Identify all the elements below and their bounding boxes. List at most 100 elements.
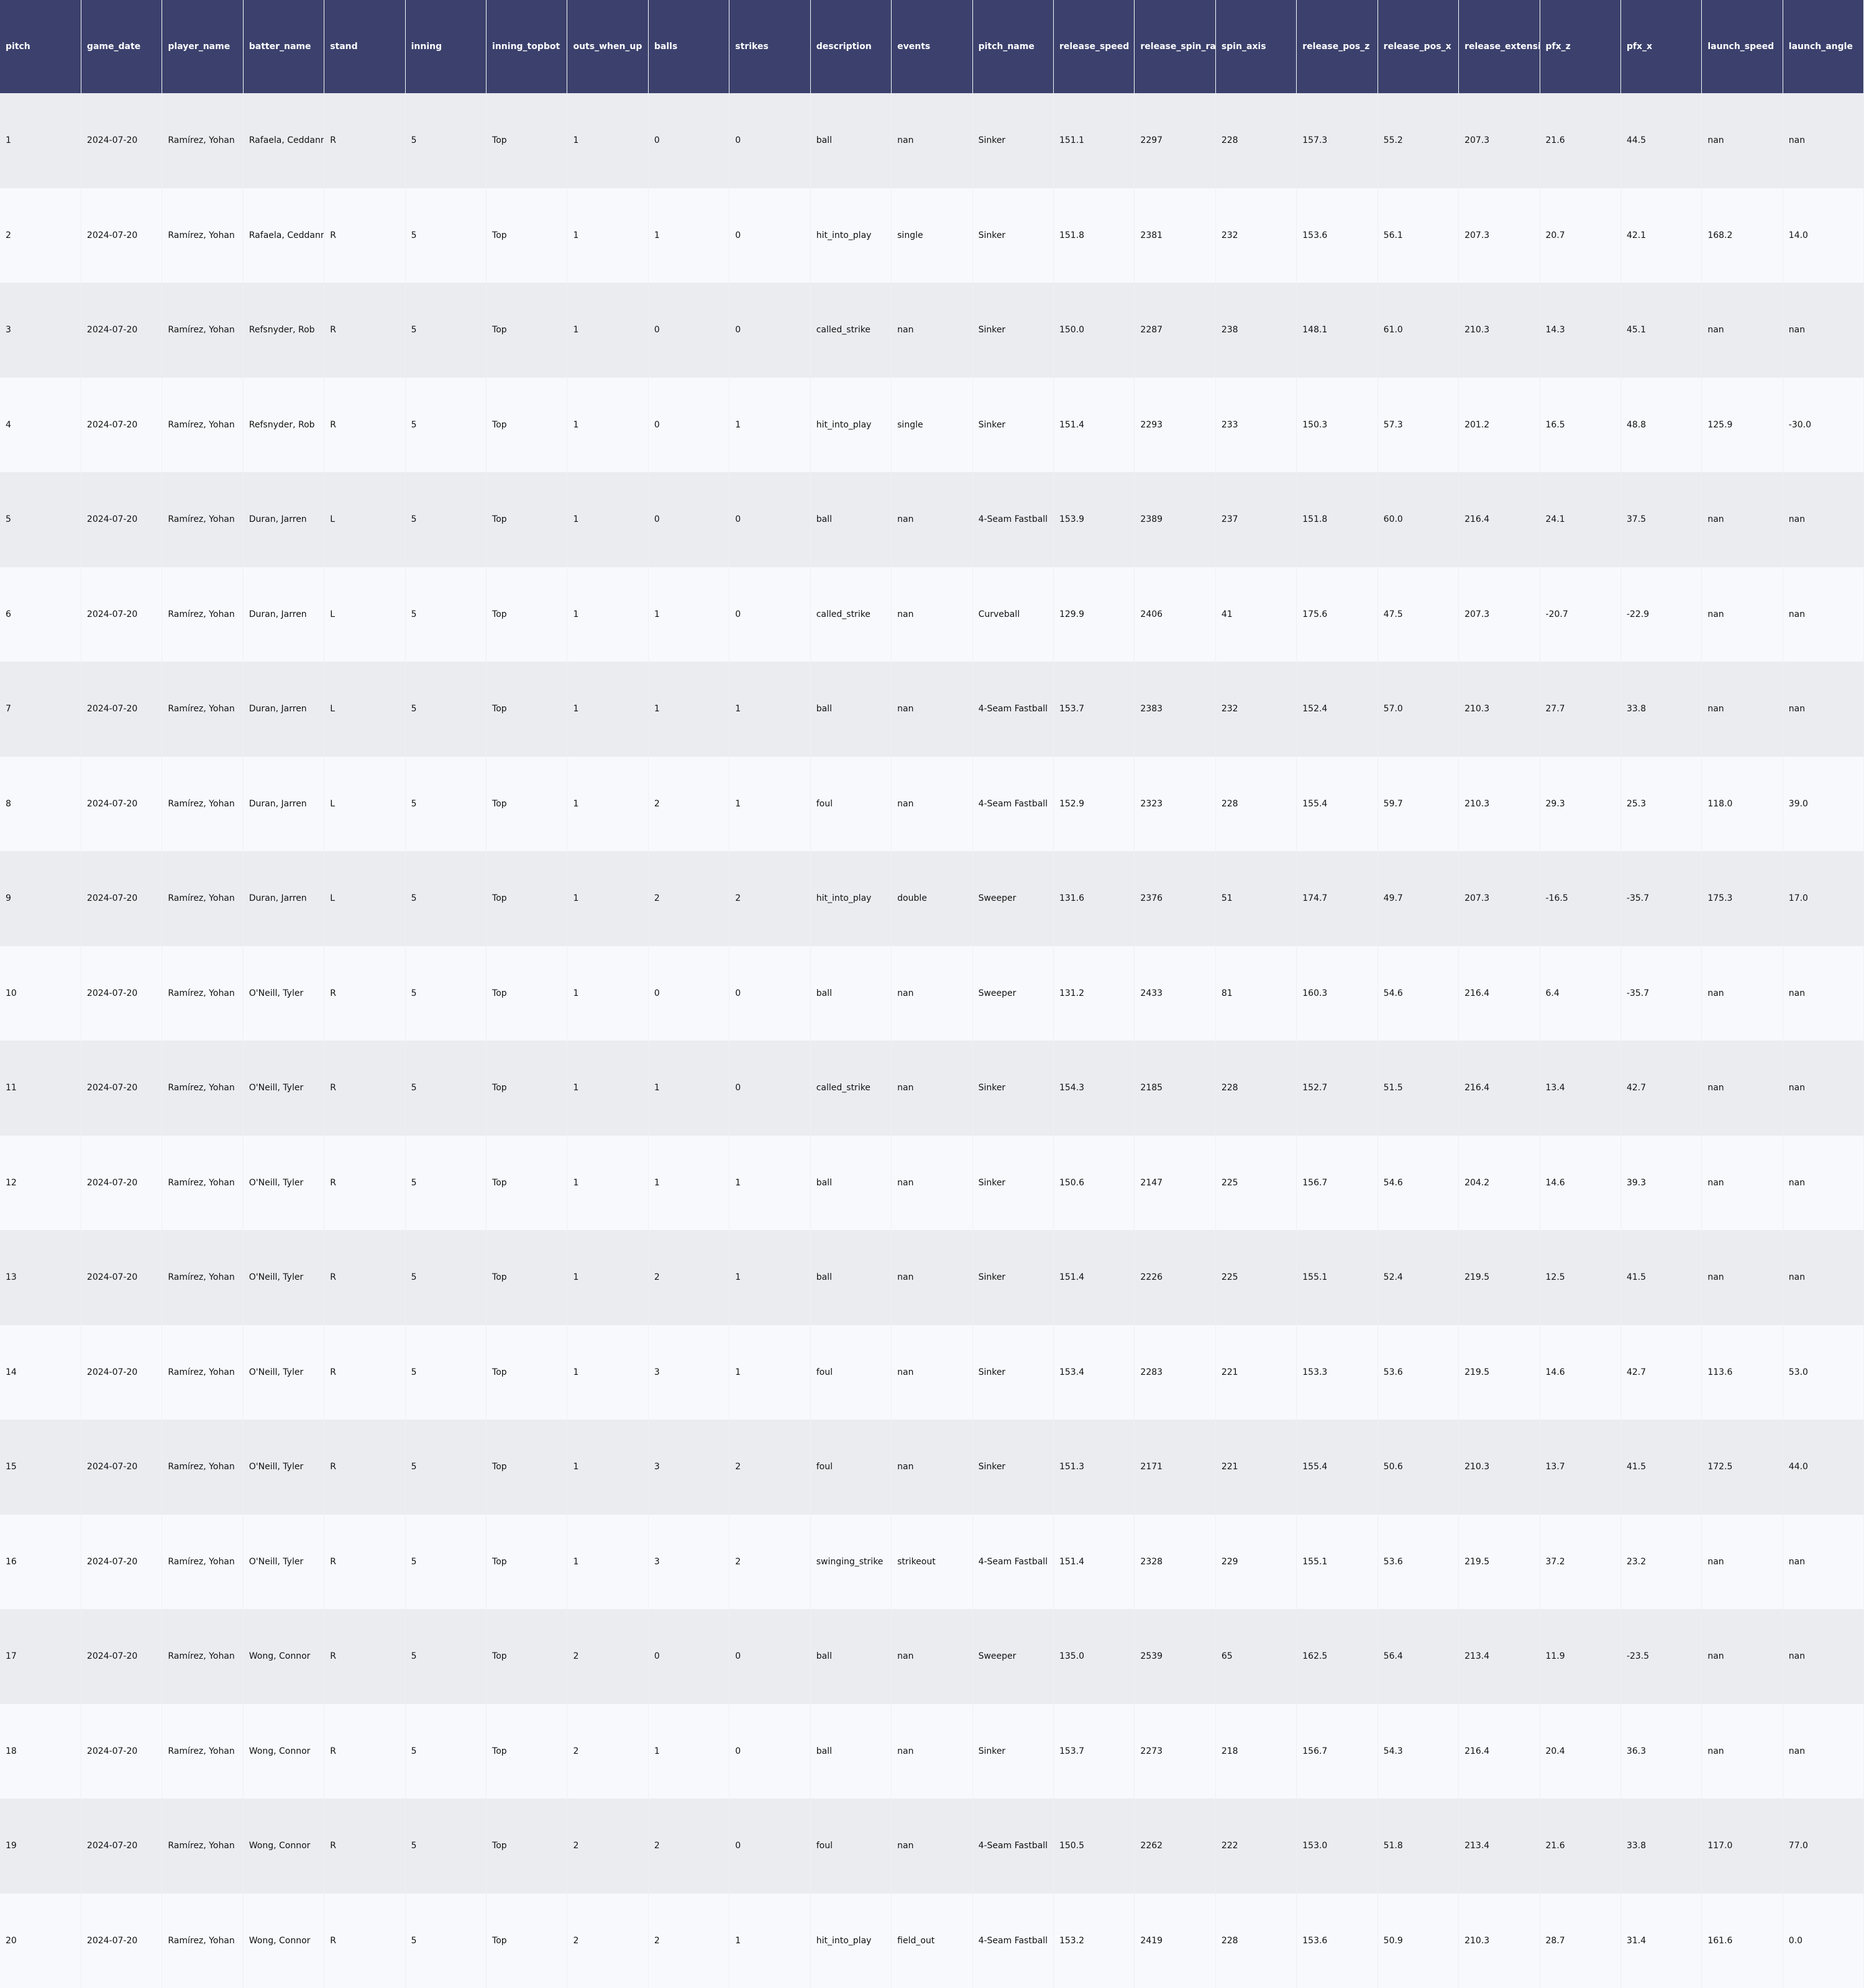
cell-release-speed: 129.9 — [1053, 567, 1134, 662]
cell-release-extension: 210.3 — [1459, 1420, 1540, 1515]
cell-events: nan — [892, 1799, 972, 1894]
cell-outs-when-up: 1 — [567, 472, 648, 567]
cell-spin-axis: 65 — [1215, 1609, 1296, 1704]
cell-events: nan — [892, 757, 972, 852]
cell-outs-when-up: 1 — [567, 1230, 648, 1325]
cell-release-extension: 207.3 — [1459, 567, 1540, 662]
cell-release-spin-rate: 2171 — [1135, 1420, 1215, 1515]
cell-pitch-name: 4-Seam Fastball — [972, 1894, 1053, 1988]
cell-player-name: Ramírez, Yohan — [162, 93, 243, 188]
cell-game-date: 2024-07-20 — [81, 946, 162, 1041]
cell-batter-name: Wong, Connor — [243, 1799, 324, 1894]
cell-pfx-x: 37.5 — [1620, 472, 1701, 567]
cell-pitch-name: 4-Seam Fastball — [972, 1799, 1053, 1894]
cell-pitch-name: Sinker — [972, 1230, 1053, 1325]
table-row: 17 2024-07-20 Ramírez, Yohan Wong, Connor R 5… — [0, 1609, 1864, 1704]
cell-release-extension: 207.3 — [1459, 188, 1540, 283]
cell-outs-when-up: 2 — [567, 1704, 648, 1799]
cell-launch-speed: 113.6 — [1702, 1325, 1783, 1420]
cell-pfx-x: 42.7 — [1620, 1041, 1701, 1136]
table-row: 5 2024-07-20 Ramírez, Yohan Duran, Jarren L 5… — [0, 472, 1864, 567]
cell-launch-angle: 14.0 — [1783, 188, 1863, 283]
cell-inning: 5 — [405, 1799, 486, 1894]
cell-pfx-x: 42.7 — [1620, 1325, 1701, 1420]
cell-strikes: 0 — [729, 1704, 810, 1799]
cell-description: ball — [810, 1136, 891, 1231]
cell-pitch: 11 — [0, 1041, 81, 1136]
cell-batter-name: O'Neill, Tyler — [243, 1041, 324, 1136]
cell-outs-when-up: 1 — [567, 851, 648, 946]
cell-spin-axis: 238 — [1215, 283, 1296, 378]
cell-launch-speed: nan — [1702, 472, 1783, 567]
cell-release-spin-rate: 2381 — [1135, 188, 1215, 283]
cell-pitch: 2 — [0, 188, 81, 283]
cell-release-pos-z: 148.1 — [1297, 283, 1377, 378]
cell-batter-name: Refsnyder, Rob — [243, 378, 324, 473]
cell-inning-topbot: Top — [487, 851, 567, 946]
cell-release-spin-rate: 2376 — [1135, 851, 1215, 946]
cell-launch-speed: nan — [1702, 567, 1783, 662]
cell-pitch-name: Sinker — [972, 188, 1053, 283]
column-header-strikes: strikes — [729, 0, 811, 93]
cell-batter-name: Duran, Jarren — [243, 662, 324, 757]
cell-inning: 5 — [405, 1230, 486, 1325]
cell-player-name: Ramírez, Yohan — [162, 1041, 243, 1136]
cell-spin-axis: 51 — [1215, 851, 1296, 946]
cell-inning-topbot: Top — [487, 1325, 567, 1420]
cell-strikes: 0 — [729, 567, 810, 662]
cell-description: hit_into_play — [810, 1894, 891, 1988]
cell-release-pos-x: 57.3 — [1377, 378, 1458, 473]
cell-pitch: 7 — [0, 662, 81, 757]
cell-player-name: Ramírez, Yohan — [162, 1420, 243, 1515]
cell-pitch-name: Sinker — [972, 1704, 1053, 1799]
cell-events: nan — [892, 1136, 972, 1231]
cell-pfx-z: 13.4 — [1540, 1041, 1620, 1136]
cell-pitch: 14 — [0, 1325, 81, 1420]
cell-pfx-z: 16.5 — [1540, 378, 1620, 473]
cell-game-date: 2024-07-20 — [81, 851, 162, 946]
cell-pitch: 19 — [0, 1799, 81, 1894]
cell-spin-axis: 221 — [1215, 1420, 1296, 1515]
cell-balls: 0 — [648, 946, 729, 1041]
cell-release-speed: 153.4 — [1053, 1325, 1134, 1420]
cell-launch-speed: nan — [1702, 1609, 1783, 1704]
cell-balls: 1 — [648, 662, 729, 757]
cell-release-extension: 216.4 — [1459, 946, 1540, 1041]
cell-inning: 5 — [405, 378, 486, 473]
cell-pitch: 4 — [0, 378, 81, 473]
cell-spin-axis: 41 — [1215, 567, 1296, 662]
cell-description: ball — [810, 1230, 891, 1325]
cell-description: foul — [810, 757, 891, 852]
cell-release-pos-z: 162.5 — [1297, 1609, 1377, 1704]
cell-release-speed: 151.4 — [1053, 1230, 1134, 1325]
cell-release-speed: 150.5 — [1053, 1799, 1134, 1894]
cell-release-pos-z: 150.3 — [1297, 378, 1377, 473]
cell-pfx-z: -20.7 — [1540, 567, 1620, 662]
cell-description: called_strike — [810, 1041, 891, 1136]
cell-strikes: 1 — [729, 378, 810, 473]
cell-outs-when-up: 1 — [567, 283, 648, 378]
cell-launch-speed: nan — [1702, 1230, 1783, 1325]
cell-player-name: Ramírez, Yohan — [162, 283, 243, 378]
cell-stand: R — [324, 1230, 405, 1325]
cell-release-pos-x: 60.0 — [1377, 472, 1458, 567]
cell-spin-axis: 228 — [1215, 1041, 1296, 1136]
cell-launch-angle: -30.0 — [1783, 378, 1863, 473]
cell-release-speed: 135.0 — [1053, 1609, 1134, 1704]
cell-release-pos-z: 156.7 — [1297, 1136, 1377, 1231]
cell-release-pos-z: 160.3 — [1297, 946, 1377, 1041]
cell-game-date: 2024-07-20 — [81, 662, 162, 757]
cell-balls: 2 — [648, 851, 729, 946]
cell-stand: R — [324, 1420, 405, 1515]
cell-game-date: 2024-07-20 — [81, 188, 162, 283]
cell-release-spin-rate: 2273 — [1135, 1704, 1215, 1799]
cell-release-spin-rate: 2419 — [1135, 1894, 1215, 1988]
cell-strikes: 1 — [729, 662, 810, 757]
cell-pfx-x: 23.2 — [1620, 1515, 1701, 1610]
cell-batter-name: Wong, Connor — [243, 1894, 324, 1988]
cell-launch-angle: nan — [1783, 1515, 1863, 1610]
cell-pfx-x: 25.3 — [1620, 757, 1701, 852]
cell-pitch: 12 — [0, 1136, 81, 1231]
cell-events: field_out — [892, 1894, 972, 1988]
cell-release-spin-rate: 2293 — [1135, 378, 1215, 473]
